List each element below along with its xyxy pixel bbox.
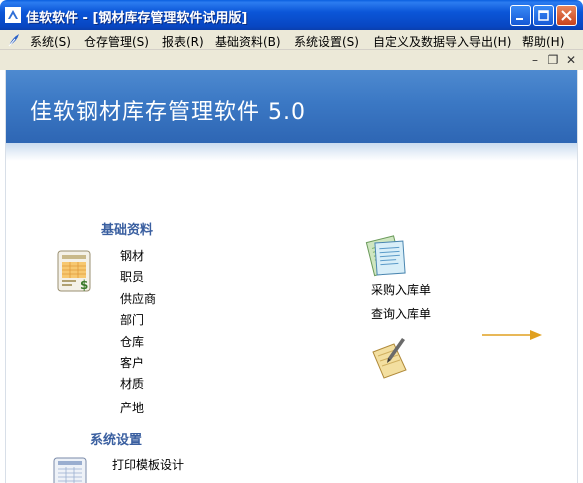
menu-reports[interactable]: 报表(R)	[162, 33, 204, 50]
link-department[interactable]: 部门	[120, 311, 144, 328]
banner-title: 佳软钢材库存管理软件 5.0	[30, 100, 306, 125]
link-query-receipt[interactable]: 查询入库单	[371, 305, 431, 322]
arrow-right-icon[interactable]	[482, 328, 544, 345]
link-steel[interactable]: 钢材	[120, 247, 144, 264]
link-customer[interactable]: 客户	[120, 354, 144, 371]
notepad-icon[interactable]	[368, 336, 410, 385]
svg-text:$: $	[80, 278, 88, 292]
menu-basic-data[interactable]: 基础资料(B)	[215, 33, 281, 50]
mdi-restore-button[interactable]: ❐	[545, 52, 561, 68]
documents-icon[interactable]	[364, 232, 410, 281]
template-icon[interactable]	[52, 456, 88, 483]
basic-data-title: 基础资料	[101, 223, 154, 238]
link-supplier[interactable]: 供应商	[120, 290, 156, 307]
title-bar[interactable]: 佳软软件 - [钢材库存管理软件试用版]	[0, 0, 583, 30]
mdi-control-bar: – ❐ ✕	[0, 50, 583, 70]
menu-custom-import-export[interactable]: 自定义及数据导入导出(H)	[373, 33, 511, 50]
close-button[interactable]	[556, 5, 577, 26]
menu-bar: 系统(S) 仓存管理(S) 报表(R) 基础资料(B) 系统设置(S) 自定义及…	[0, 30, 583, 50]
link-origin[interactable]: 产地	[120, 399, 144, 416]
banner: 佳软钢材库存管理软件 5.0	[6, 70, 577, 143]
menu-settings[interactable]: 系统设置(S)	[294, 33, 359, 50]
link-purchase-receipt[interactable]: 采购入库单	[371, 281, 431, 298]
link-staff[interactable]: 职员	[120, 268, 144, 285]
link-material[interactable]: 材质	[120, 375, 144, 392]
menu-inventory[interactable]: 仓存管理(S)	[84, 33, 149, 50]
frame-right	[577, 70, 583, 483]
mdi-close-button[interactable]: ✕	[563, 52, 579, 68]
feather-icon[interactable]	[6, 32, 22, 48]
minimize-button[interactable]	[510, 5, 531, 26]
maximize-button[interactable]	[533, 5, 554, 26]
invoice-icon[interactable]: $	[56, 249, 94, 296]
mdi-minimize-button[interactable]: –	[527, 52, 543, 68]
app-icon[interactable]	[5, 7, 21, 23]
banner-fade	[6, 143, 577, 161]
link-warehouse[interactable]: 仓库	[120, 333, 144, 350]
window-title: 佳软软件 - [钢材库存管理软件试用版]	[26, 11, 248, 26]
menu-system[interactable]: 系统(S)	[30, 33, 71, 50]
system-settings-title: 系统设置	[90, 433, 143, 448]
link-print-template[interactable]: 打印模板设计	[112, 456, 184, 473]
menu-help[interactable]: 帮助(H)	[522, 33, 564, 50]
